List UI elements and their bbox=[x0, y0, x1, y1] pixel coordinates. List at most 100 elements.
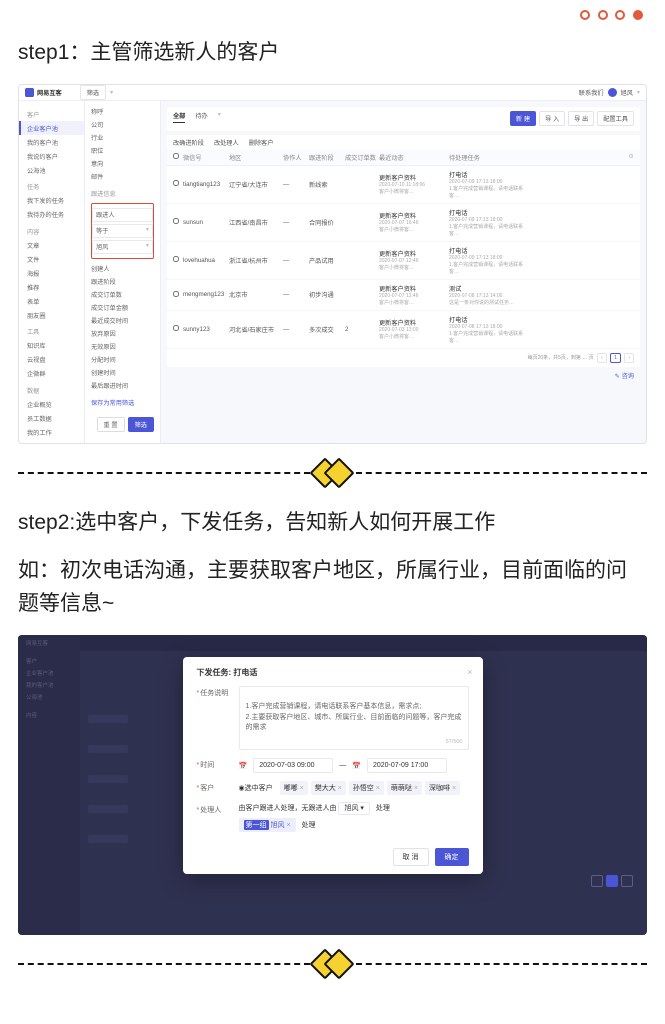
nav-item[interactable]: 文章 bbox=[19, 238, 84, 252]
nav-item-enterprise-pool[interactable]: 企业客户池 bbox=[19, 121, 84, 135]
confirm-button[interactable]: 确定 bbox=[435, 848, 469, 866]
filter-field[interactable]: 放弃原因 bbox=[91, 327, 154, 340]
subtab[interactable]: 改确进阶段 bbox=[173, 138, 204, 147]
tab-todo[interactable]: 待办 bbox=[195, 111, 207, 123]
toolbar: 全部 待办 ▾ 新 建 导 入 导 出 配置工具 bbox=[167, 107, 640, 131]
subtab[interactable]: 删除客户 bbox=[249, 138, 274, 147]
table-row[interactable]: lovehuahua浙江省/杭州市—产品试用更新客户资料 2020-07-07 … bbox=[167, 242, 640, 280]
cell-task: 打电话 2020-07-08 17:13 18:001.客户完成营销课程，请电话… bbox=[449, 315, 533, 344]
desc-textarea[interactable]: 1.客户完成营销课程，请电话联系客户基本信息，需求点; 2.主要获取客户地区、城… bbox=[239, 686, 469, 751]
radio-selected-customers[interactable]: ◉ 选中客户 bbox=[239, 783, 273, 793]
nav-item[interactable]: 海报 bbox=[19, 266, 84, 280]
filter-field[interactable]: 跟进阶段 bbox=[91, 275, 154, 288]
filter-field[interactable]: 成交订单数 bbox=[91, 288, 154, 301]
row-checkbox[interactable] bbox=[173, 218, 179, 224]
cell-coop: — bbox=[283, 181, 309, 188]
user-avatar-icon[interactable] bbox=[608, 88, 617, 97]
tab-all[interactable]: 全部 bbox=[173, 111, 185, 123]
chevron-down-icon: ▾ bbox=[146, 242, 149, 251]
filter-field[interactable]: 最近成交时间 bbox=[91, 314, 154, 327]
chevron-down-icon[interactable]: ▾ bbox=[218, 111, 221, 123]
filter-field[interactable]: 最后跟进时间 bbox=[91, 379, 154, 392]
customer-tag[interactable]: 萌萌哒× bbox=[387, 781, 422, 795]
row-checkbox[interactable] bbox=[173, 291, 179, 297]
subtab[interactable]: 改处理人 bbox=[214, 138, 239, 147]
customer-tag[interactable]: 孙悟空× bbox=[349, 781, 384, 795]
filter-field[interactable]: 创建人 bbox=[91, 262, 154, 275]
nav-item[interactable]: 我待办的任务 bbox=[19, 208, 84, 222]
handler-select[interactable]: 旭风 ▾ bbox=[338, 802, 369, 815]
contact-us-link[interactable]: 联系我们 bbox=[579, 88, 604, 97]
filter-field[interactable]: 邮件 bbox=[91, 170, 154, 183]
remove-icon[interactable]: × bbox=[338, 785, 342, 792]
left-nav: 客户 企业客户池 我的客户池 我说约客户 公海池 任务 我下发的任务 我待办的任… bbox=[19, 101, 85, 444]
nav-item[interactable]: 企微群 bbox=[19, 367, 84, 381]
table-row[interactable]: mengmeng123北京市—初步沟通更新客户资料 2020-07-07 12:… bbox=[167, 280, 640, 311]
remove-icon[interactable]: × bbox=[376, 785, 380, 792]
customer-tag[interactable]: 嘟嘟× bbox=[280, 781, 308, 795]
nav-item[interactable]: 公海池 bbox=[19, 163, 84, 177]
customer-tag[interactable]: 樊大大× bbox=[311, 781, 346, 795]
filter-field[interactable]: 创建时间 bbox=[91, 366, 154, 379]
table-row[interactable]: sunny123河北省/石家庄市—多次成交2更新客户资料 2020-07-03 … bbox=[167, 311, 640, 349]
filter-select-follower[interactable]: 跟进人 bbox=[92, 208, 153, 222]
customer-tag[interactable]: 深咖啡× bbox=[425, 781, 460, 795]
filter-select-value[interactable]: 旭风▾ bbox=[92, 240, 153, 254]
nav-item[interactable]: 企业概览 bbox=[19, 397, 84, 411]
top-tab-filter[interactable]: 筛选 bbox=[80, 85, 106, 100]
gear-icon[interactable]: ⚙ bbox=[628, 153, 634, 162]
col-deals: 成交订单数 bbox=[345, 153, 379, 162]
new-button[interactable]: 新 建 bbox=[510, 111, 536, 126]
filter-field[interactable]: 意向 bbox=[91, 157, 154, 170]
import-button[interactable]: 导 入 bbox=[539, 111, 565, 126]
cancel-button[interactable]: 取 消 bbox=[393, 848, 429, 866]
cell-region: 江西省/南昌市 bbox=[229, 218, 283, 227]
filter-field[interactable]: 称呼 bbox=[91, 105, 154, 118]
close-icon[interactable]: × bbox=[467, 667, 472, 677]
nav-item[interactable]: 表单 bbox=[19, 294, 84, 308]
apply-filter-button[interactable]: 筛选 bbox=[128, 417, 154, 432]
filter-field[interactable]: 公司 bbox=[91, 118, 154, 131]
row-checkbox[interactable] bbox=[173, 180, 179, 186]
filter-field[interactable]: 分配时间 bbox=[91, 353, 154, 366]
reset-button[interactable]: 重 置 bbox=[97, 417, 125, 432]
filter-field[interactable]: 成交订单金额 bbox=[91, 301, 154, 314]
nav-item[interactable]: 文件 bbox=[19, 252, 84, 266]
remove-icon[interactable]: × bbox=[287, 822, 291, 829]
row-checkbox[interactable] bbox=[173, 325, 179, 331]
select-all-checkbox[interactable] bbox=[173, 153, 179, 159]
filter-field[interactable]: 无效原因 bbox=[91, 340, 154, 353]
remove-icon[interactable]: × bbox=[414, 785, 418, 792]
nav-item[interactable]: 朋友圈 bbox=[19, 308, 84, 322]
checkbox-col bbox=[173, 153, 183, 162]
col-coop: 协作人 bbox=[283, 153, 309, 162]
table-row[interactable]: tiangtiang123辽宁省/大连市—新线索更新客户资料 2020-07-1… bbox=[167, 166, 640, 204]
remove-icon[interactable]: × bbox=[300, 785, 304, 792]
row-checkbox[interactable] bbox=[173, 256, 179, 262]
table-row[interactable]: sunsun江西省/南昌市—合同报价更新客户资料 2020-07-07 16:4… bbox=[167, 204, 640, 242]
filter-field[interactable]: 职位 bbox=[91, 144, 154, 157]
page-prev[interactable]: ‹ bbox=[597, 353, 607, 363]
save-as-filter-link[interactable]: 保存为常用筛选 bbox=[91, 396, 154, 409]
step1-heading: step1：主管筛选新人的客户 bbox=[18, 36, 647, 70]
remove-icon[interactable]: × bbox=[452, 785, 456, 792]
filter-field[interactable]: 行业 bbox=[91, 131, 154, 144]
chevron-down-icon[interactable]: ▾ bbox=[637, 89, 640, 96]
config-button[interactable]: 配置工具 bbox=[597, 111, 634, 126]
nav-item[interactable]: 知识库 bbox=[19, 339, 84, 353]
page-1[interactable]: 1 bbox=[610, 353, 621, 363]
filter-select-operator[interactable]: 等于▾ bbox=[92, 224, 153, 238]
nav-item[interactable]: 云视盘 bbox=[19, 353, 84, 367]
time-to-input[interactable]: 2020-07-09 17:00 bbox=[367, 758, 447, 773]
nav-item[interactable]: 推荐 bbox=[19, 280, 84, 294]
export-button[interactable]: 导 出 bbox=[568, 111, 594, 126]
nav-item[interactable]: 我的工作 bbox=[19, 425, 84, 439]
nav-item[interactable]: 我下发的任务 bbox=[19, 194, 84, 208]
time-from-input[interactable]: 2020-07-03 09:00 bbox=[253, 758, 333, 773]
nav-item[interactable]: 我的客户池 bbox=[19, 135, 84, 149]
nav-item[interactable]: 员工数据 bbox=[19, 411, 84, 425]
page-next[interactable]: › bbox=[624, 353, 634, 363]
cell-latest: 更新客户资料 2020-07-07 16:46客户小微将客… bbox=[379, 211, 449, 233]
nav-item[interactable]: 我说约客户 bbox=[19, 149, 84, 163]
consult-link[interactable]: ✎ 咨询 bbox=[615, 373, 634, 380]
